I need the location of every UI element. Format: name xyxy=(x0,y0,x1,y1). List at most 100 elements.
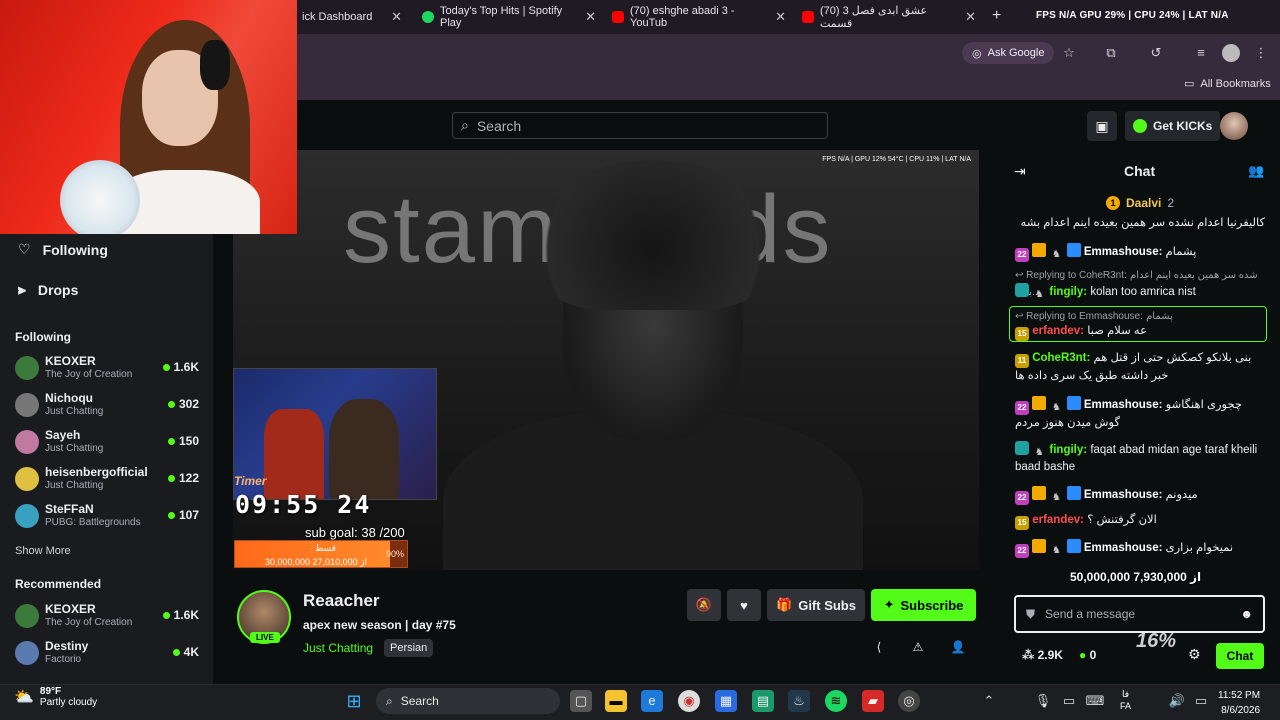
cat-badge-icon: ♞ xyxy=(1051,402,1061,413)
extensions-icon[interactable]: ⧉ xyxy=(1102,44,1120,62)
subscriber-badge: 11 xyxy=(1015,354,1029,368)
display-icon[interactable]: ▭ xyxy=(1058,690,1080,712)
emoji-icon[interactable]: ☻ xyxy=(1240,607,1253,621)
pinned-count: 2 xyxy=(1167,196,1175,210)
follow-button[interactable]: ♥ xyxy=(727,589,761,621)
channel-name: heisenbergofficial xyxy=(45,465,148,479)
tab-spotify[interactable]: Today's Top Hits | Spotify Play ✕ xyxy=(416,4,602,30)
sidebar-channel[interactable]: Destiny Factorio 4K xyxy=(15,637,201,671)
stream-category[interactable]: Just Chatting xyxy=(303,641,373,655)
donation-goal-bar: قسط 90% 30,000,000 از 27,010,000 xyxy=(234,540,408,568)
bookmark-star-icon[interactable]: ☆ xyxy=(1060,44,1078,62)
report-icon[interactable]: ⚠ xyxy=(908,640,928,656)
close-icon[interactable]: ✕ xyxy=(391,9,402,25)
close-icon[interactable]: ✕ xyxy=(775,9,786,25)
task-view-icon[interactable]: ▢ xyxy=(570,690,592,712)
following-heading: Following xyxy=(15,330,71,344)
show-more-link[interactable]: Show More xyxy=(15,545,71,557)
clock[interactable]: 11:52 PM 8/6/2026 xyxy=(1218,688,1260,718)
chat-username[interactable]: fingily: xyxy=(1049,286,1087,298)
emote-shield-icon: ⛊ xyxy=(1026,606,1036,621)
live-dot-icon xyxy=(167,400,175,408)
search-input[interactable]: ⌕ Search xyxy=(452,112,828,139)
chat-input[interactable]: ⛊ Send a message ☻ xyxy=(1014,595,1265,633)
message-text: کالیفرنیا اعدام نشده سر همین بعیده اینم … xyxy=(1020,217,1265,229)
media-control-icon[interactable]: ≡ xyxy=(1192,44,1210,62)
close-icon[interactable]: ✕ xyxy=(585,9,596,25)
file-explorer-icon[interactable]: ▬ xyxy=(605,690,627,712)
volume-icon[interactable]: 🔊 xyxy=(1166,690,1188,712)
browser-menu-icon[interactable]: ⋮ xyxy=(1252,44,1270,62)
chat-message: 22 ♞ Emmashouse: نمیخوام بزاری xyxy=(1015,539,1265,558)
chat-username[interactable]: Emmashouse: xyxy=(1084,542,1163,554)
sidebar-channel[interactable]: Nichoqu Just Chatting 302 xyxy=(15,389,201,423)
chat-username[interactable]: fingily: xyxy=(1049,444,1087,456)
notifications-off-button[interactable]: 🔕 xyxy=(687,589,721,621)
gift-subs-button[interactable]: 🎁 Gift Subs xyxy=(767,589,865,621)
channel-name[interactable]: Reaacher xyxy=(303,591,380,611)
weather-widget[interactable]: ⛅ 89°F Partly cloudy xyxy=(14,686,97,708)
heart-icon: ♥ xyxy=(740,597,748,613)
share-icon[interactable]: ⟨ xyxy=(869,640,889,656)
message-text: الان گرفتنش ؟ xyxy=(1087,514,1157,526)
percent-overlay: 16% xyxy=(1136,630,1177,652)
app-icon[interactable]: ▤ xyxy=(752,690,774,712)
spotify-icon[interactable]: ≋ xyxy=(825,690,847,712)
nav-drops-label: Drops xyxy=(37,281,79,298)
profile-avatar[interactable] xyxy=(1222,44,1240,62)
chat-username[interactable]: Emmashouse: xyxy=(1084,489,1163,501)
game-launcher-icon[interactable]: ▰ xyxy=(862,690,884,712)
language-indicator[interactable]: فا FA xyxy=(1120,688,1131,712)
chrome-icon[interactable]: ◉ xyxy=(678,690,700,712)
nav-following[interactable]: ♡ Following xyxy=(18,241,108,258)
keyboard-icon[interactable]: ⌨ xyxy=(1084,690,1106,712)
store-icon[interactable]: ▦ xyxy=(715,690,737,712)
sidebar-channel[interactable]: KEOXER The Joy of Creation 1.6K xyxy=(15,352,201,386)
close-icon[interactable]: ✕ xyxy=(965,9,976,25)
sidebar-channel[interactable]: SteFFaN PUBG: Battlegrounds 107 xyxy=(15,500,201,534)
chat-username[interactable]: erfandev: xyxy=(1032,325,1084,337)
headset xyxy=(200,40,230,90)
sidebar-channel[interactable]: Sayeh Just Chatting 150 xyxy=(15,426,201,460)
streamer-figure xyxy=(329,399,399,499)
obs-icon[interactable]: ◎ xyxy=(898,690,920,712)
gear-icon[interactable]: ⚙ xyxy=(1188,646,1201,663)
new-tab-button[interactable]: + xyxy=(992,7,1001,25)
live-dot-icon xyxy=(167,437,175,445)
user-avatar[interactable] xyxy=(1220,112,1248,140)
user-actions-icon[interactable]: 👤 xyxy=(948,640,968,656)
stream-tag[interactable]: Persian xyxy=(384,639,434,657)
chat-username[interactable]: Emmashouse: xyxy=(1084,246,1163,258)
history-icon[interactable]: ↺ xyxy=(1147,44,1165,62)
kicks-balance[interactable]: ⁂ 2.9K xyxy=(1022,648,1063,662)
tab-youtube-1[interactable]: (70) eshghe abadi 3 - YouTub ✕ xyxy=(606,4,792,30)
all-bookmarks-button[interactable]: ▭ All Bookmarks xyxy=(1184,77,1271,91)
chat-username[interactable]: Emmashouse: xyxy=(1084,399,1163,411)
chat-users-icon[interactable]: 👥 xyxy=(1248,163,1264,179)
tab-kick-dashboard[interactable]: ick Dashboard ✕ xyxy=(296,4,408,30)
collapse-chat-icon[interactable]: ⇥ xyxy=(1014,163,1026,180)
gift-icon[interactable]: ▣ xyxy=(1087,111,1117,141)
gaming-chair xyxy=(264,409,324,499)
coins-balance[interactable]: ● 0 xyxy=(1079,648,1096,662)
windows-start-icon[interactable]: ⊞ xyxy=(343,690,365,712)
steam-icon[interactable]: ♨ xyxy=(788,690,810,712)
chat-username[interactable]: CoheR3nt: xyxy=(1032,352,1090,364)
get-kicks-button[interactable]: Get KICKs xyxy=(1125,111,1221,141)
microphone-icon[interactable]: 🎙 xyxy=(1032,690,1054,712)
nav-drops[interactable]: ⫸ Drops xyxy=(18,281,78,298)
chat-send-button[interactable]: Chat xyxy=(1216,643,1264,669)
battery-icon[interactable]: ▭ xyxy=(1190,690,1212,712)
tray-overflow-icon[interactable]: ⌃ xyxy=(978,690,1000,712)
subscribe-button[interactable]: ✦ Subscribe xyxy=(871,589,976,621)
chat-username[interactable]: erfandev: xyxy=(1032,514,1084,526)
taskbar-search[interactable]: ⌕ Search xyxy=(376,688,560,714)
sidebar-channel[interactable]: KEOXER The Joy of Creation 1.6K xyxy=(15,600,201,634)
chat-message: کالیفرنیا اعدام نشده سر همین بعیده اینم … xyxy=(1015,215,1265,231)
ask-google-button[interactable]: ◎ Ask Google xyxy=(962,42,1055,64)
message-text: میدونم xyxy=(1165,489,1198,501)
tab-youtube-2[interactable]: (70) عشق ابدی فصل 3 قسمت ✕ xyxy=(796,4,982,30)
edge-icon[interactable]: e xyxy=(641,690,663,712)
drops-icon: ⫸ xyxy=(18,281,26,297)
sidebar-channel[interactable]: heisenbergofficial Just Chatting 122 xyxy=(15,463,201,497)
